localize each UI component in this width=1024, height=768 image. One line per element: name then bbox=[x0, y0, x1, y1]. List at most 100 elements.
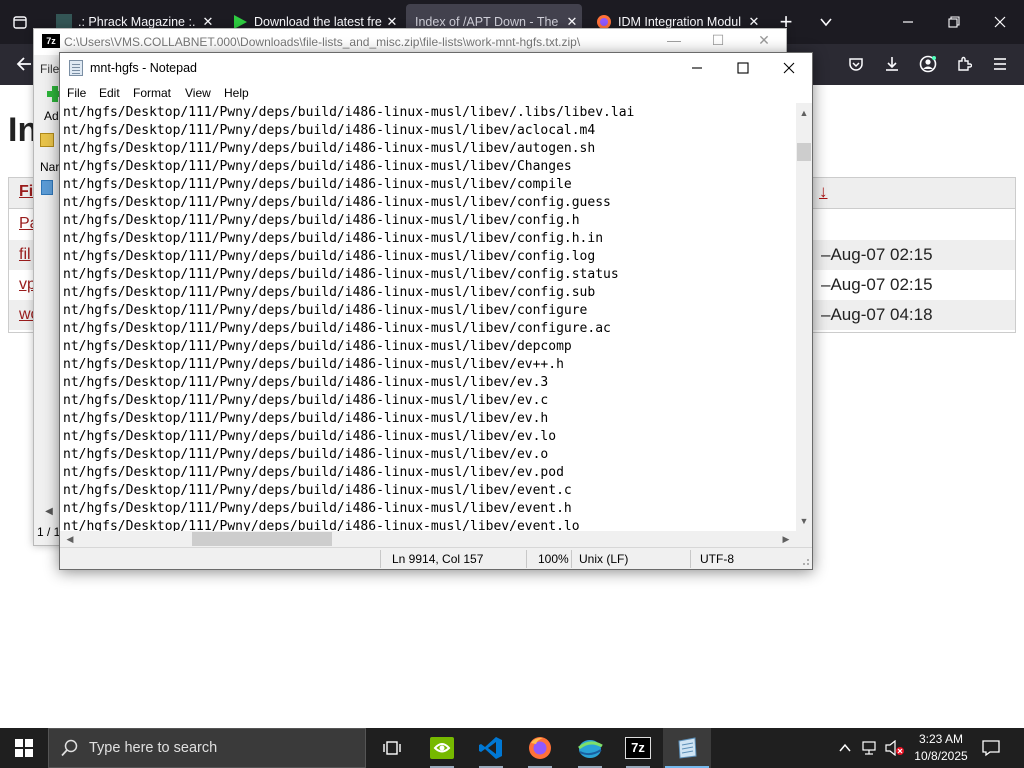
vertical-scroll-thumb[interactable] bbox=[797, 143, 811, 161]
text-line: nt/hgfs/Desktop/111/Pwny/deps/build/i486… bbox=[63, 357, 564, 372]
folder-up-icon[interactable] bbox=[40, 133, 54, 147]
scroll-up-arrow-icon[interactable]: ▲ bbox=[796, 105, 812, 121]
vertical-scrollbar[interactable]: ▲ ▼ bbox=[796, 103, 812, 531]
notepad-app-icon bbox=[69, 60, 83, 76]
app-menu-icon[interactable] bbox=[984, 48, 1016, 80]
globe-app-icon bbox=[578, 740, 603, 758]
scroll-down-arrow-icon[interactable]: ▼ bbox=[796, 513, 812, 529]
tab-title: IDM Integration Modul bbox=[618, 15, 741, 29]
status-divider bbox=[526, 550, 527, 568]
menu-item-file[interactable]: File bbox=[67, 86, 86, 100]
close-icon[interactable] bbox=[766, 53, 812, 83]
clock-time: 3:23 AM bbox=[918, 732, 964, 746]
zoom-level: 100% bbox=[538, 552, 569, 566]
system-clock[interactable]: 3:23 AM 10/8/2025 bbox=[912, 731, 970, 765]
network-icon[interactable] bbox=[862, 738, 880, 759]
text-line: nt/hgfs/Desktop/111/Pwny/deps/build/i486… bbox=[63, 213, 580, 228]
text-line: nt/hgfs/Desktop/111/Pwny/deps/build/i486… bbox=[63, 411, 549, 426]
search-icon bbox=[61, 739, 78, 757]
menu-item-view[interactable]: View bbox=[185, 86, 211, 100]
taskbar-app-vscode[interactable] bbox=[467, 728, 515, 768]
7zip-icon: 7z bbox=[625, 737, 651, 759]
volume-muted-icon[interactable] bbox=[885, 738, 905, 759]
menu-item-edit[interactable]: Edit bbox=[99, 86, 120, 100]
sort-arrow-icon[interactable]: ↓ bbox=[819, 182, 828, 202]
column-header-name[interactable]: Nar bbox=[40, 160, 59, 174]
maximize-icon[interactable] bbox=[720, 53, 766, 83]
notepad-titlebar[interactable]: mnt-hgfs - Notepad bbox=[60, 53, 812, 83]
taskbar-app-7zip[interactable]: 7z bbox=[614, 728, 662, 768]
resize-grip-icon[interactable] bbox=[800, 556, 810, 566]
text-line: nt/hgfs/Desktop/111/Pwny/deps/build/i486… bbox=[63, 303, 588, 318]
text-line: nt/hgfs/Desktop/111/Pwny/deps/build/i486… bbox=[63, 105, 635, 120]
show-hidden-icons-chevron-icon[interactable] bbox=[838, 738, 852, 758]
restore-icon[interactable] bbox=[938, 6, 970, 38]
text-line: nt/hgfs/Desktop/111/Pwny/deps/build/i486… bbox=[63, 429, 557, 444]
taskbar-app-network-tool[interactable] bbox=[566, 728, 614, 768]
windows-logo-icon bbox=[15, 739, 33, 757]
file-link[interactable]: fil bbox=[19, 246, 31, 264]
text-line: nt/hgfs/Desktop/111/Pwny/deps/build/i486… bbox=[63, 285, 596, 300]
task-view-button[interactable] bbox=[368, 728, 416, 768]
list-all-tabs-icon[interactable] bbox=[810, 6, 842, 38]
menu-item-help[interactable]: Help bbox=[224, 86, 249, 100]
text-line: nt/hgfs/Desktop/111/Pwny/deps/build/i486… bbox=[63, 267, 619, 282]
text-line: nt/hgfs/Desktop/111/Pwny/deps/build/i486… bbox=[63, 321, 611, 336]
status-divider bbox=[690, 550, 691, 568]
account-icon[interactable] bbox=[912, 48, 944, 80]
7zip-window-title: C:\Users\VMS.COLLABNET.000\Downloads\fil… bbox=[64, 35, 581, 49]
notepad-menubar: File Edit Format View Help bbox=[60, 83, 812, 103]
cursor-position: Ln 9914, Col 157 bbox=[392, 552, 484, 566]
tab-list-icon[interactable] bbox=[4, 6, 36, 38]
close-icon[interactable]: ✕ bbox=[744, 32, 784, 49]
text-line: nt/hgfs/Desktop/111/Pwny/deps/build/i486… bbox=[63, 375, 549, 390]
tab-title: .: Phrack Magazine :. bbox=[78, 15, 196, 29]
text-line: nt/hgfs/Desktop/111/Pwny/deps/build/i486… bbox=[63, 159, 572, 174]
modified-date: –Aug-07 02:15 bbox=[821, 275, 933, 294]
notifications-icon[interactable] bbox=[982, 738, 1000, 760]
pocket-icon[interactable] bbox=[840, 48, 872, 80]
tab-title: Download the latest fre bbox=[254, 15, 382, 29]
taskbar-search-box[interactable]: Type here to search bbox=[48, 728, 366, 768]
text-line: nt/hgfs/Desktop/111/Pwny/deps/build/i486… bbox=[63, 339, 572, 354]
column-header-name[interactable]: Fi bbox=[19, 183, 33, 201]
menu-item-file[interactable]: File bbox=[40, 62, 59, 76]
file-icon[interactable] bbox=[41, 180, 53, 195]
task-view-icon bbox=[383, 741, 401, 755]
search-placeholder: Type here to search bbox=[89, 740, 218, 756]
horizontal-scroll-thumb[interactable] bbox=[192, 532, 332, 546]
notepad-text-area[interactable]: nt/hgfs/Desktop/111/Pwny/deps/build/i486… bbox=[60, 103, 796, 531]
close-icon[interactable] bbox=[984, 6, 1016, 38]
minimize-icon[interactable]: — bbox=[654, 32, 694, 48]
line-endings: Unix (LF) bbox=[579, 552, 629, 566]
scrollbar-corner bbox=[796, 531, 812, 547]
text-line: nt/hgfs/Desktop/111/Pwny/deps/build/i486… bbox=[63, 519, 580, 531]
minimize-icon[interactable] bbox=[674, 53, 720, 83]
minimize-icon[interactable] bbox=[892, 6, 924, 38]
horizontal-scrollbar[interactable]: ◀ ▶ bbox=[60, 531, 796, 547]
menu-item-format[interactable]: Format bbox=[133, 86, 171, 100]
notepad-window[interactable]: mnt-hgfs - Notepad File Edit Format View… bbox=[59, 52, 813, 570]
scroll-left-arrow-icon[interactable]: ◀ bbox=[62, 531, 78, 547]
text-line: nt/hgfs/Desktop/111/Pwny/deps/build/i486… bbox=[63, 465, 564, 480]
taskbar-app-notepad[interactable] bbox=[663, 728, 711, 768]
encoding: UTF-8 bbox=[700, 552, 734, 566]
start-button[interactable] bbox=[0, 728, 48, 768]
status-divider bbox=[571, 550, 572, 568]
scroll-right-arrow-icon[interactable]: ▶ bbox=[778, 531, 794, 547]
text-line: nt/hgfs/Desktop/111/Pwny/deps/build/i486… bbox=[63, 447, 549, 462]
downloads-icon[interactable] bbox=[876, 48, 908, 80]
extensions-icon[interactable] bbox=[948, 48, 980, 80]
vscode-icon bbox=[479, 737, 502, 759]
text-line: nt/hgfs/Desktop/111/Pwny/deps/build/i486… bbox=[63, 501, 572, 516]
text-line: nt/hgfs/Desktop/111/Pwny/deps/build/i486… bbox=[63, 195, 611, 210]
notepad-window-title: mnt-hgfs - Notepad bbox=[90, 61, 197, 75]
text-line: nt/hgfs/Desktop/111/Pwny/deps/build/i486… bbox=[63, 483, 572, 498]
maximize-icon[interactable]: ☐ bbox=[698, 32, 738, 49]
text-line: nt/hgfs/Desktop/111/Pwny/deps/build/i486… bbox=[63, 249, 596, 264]
modified-date: –Aug-07 04:18 bbox=[821, 305, 933, 324]
taskbar-app-nvidia[interactable] bbox=[418, 728, 466, 768]
add-button-label[interactable]: Ad bbox=[44, 109, 59, 123]
taskbar-app-firefox[interactable] bbox=[516, 728, 564, 768]
text-line: nt/hgfs/Desktop/111/Pwny/deps/build/i486… bbox=[63, 177, 572, 192]
